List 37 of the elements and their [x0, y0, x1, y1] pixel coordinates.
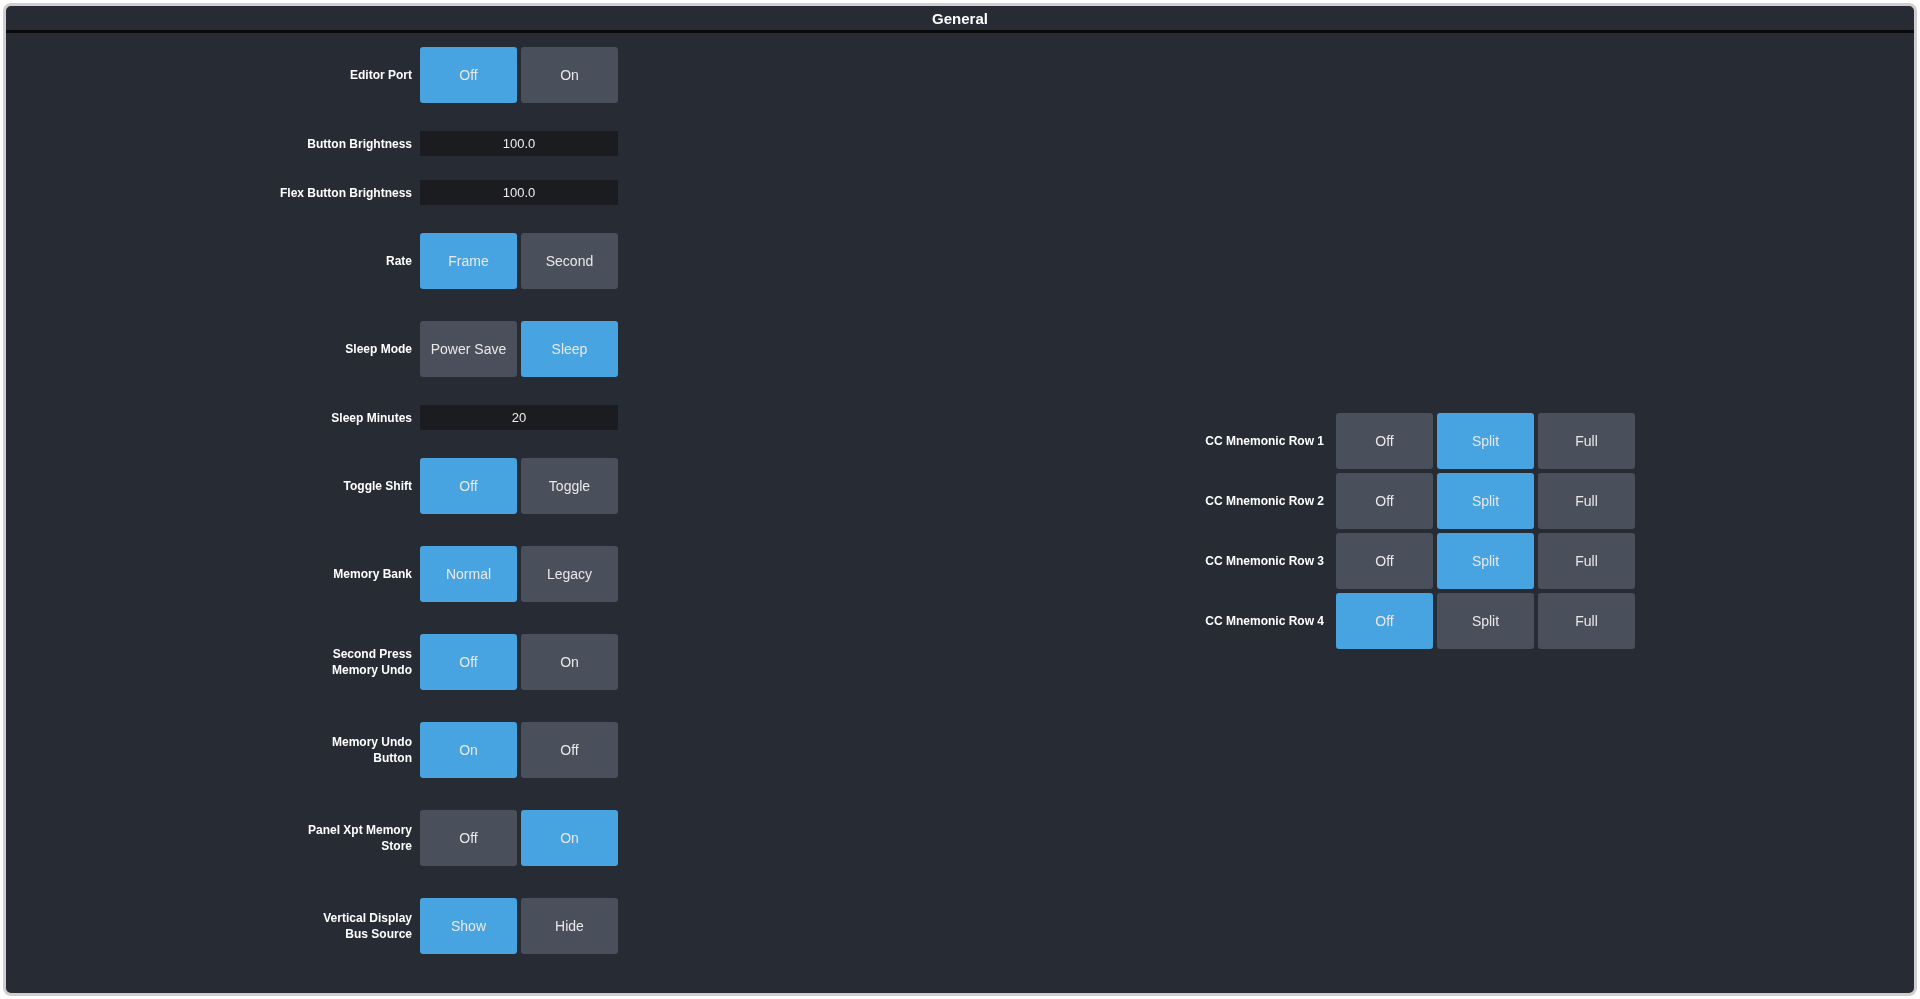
setting-label: Toggle Shift — [342, 478, 413, 494]
setting-label: Second Press Memory Undo — [331, 646, 413, 678]
value-field[interactable]: 100.0 — [420, 131, 618, 156]
option-button[interactable]: Full — [1538, 413, 1635, 469]
setting-label: Button Brightness — [306, 135, 413, 152]
row-label: CC Mnemonic Row 1 — [1204, 433, 1325, 449]
setting-label: Memory Undo Button — [331, 734, 413, 766]
setting-label: Sleep Mode — [344, 341, 413, 357]
option-button[interactable]: Off — [1336, 473, 1433, 529]
option-button[interactable]: Off — [420, 810, 517, 866]
setting-label: Flex Button Brightness — [279, 184, 413, 201]
value-field[interactable]: 100.0 — [420, 180, 618, 205]
option-button[interactable]: Hide — [521, 898, 618, 954]
setting-label: Editor Port — [349, 67, 413, 83]
option-button[interactable]: Off — [521, 722, 618, 778]
option-button[interactable]: Second — [521, 233, 618, 289]
option-button[interactable]: Full — [1538, 473, 1635, 529]
option-button[interactable]: Full — [1538, 593, 1635, 649]
row-label: CC Mnemonic Row 4 — [1204, 613, 1325, 629]
option-button[interactable]: Off — [1336, 533, 1433, 589]
setting-label: Memory Bank — [332, 566, 413, 582]
option-button[interactable]: On — [521, 634, 618, 690]
setting-label: Sleep Minutes — [330, 409, 413, 426]
row-label: CC Mnemonic Row 3 — [1204, 553, 1325, 569]
row-label: CC Mnemonic Row 2 — [1204, 493, 1325, 509]
setting-label: Vertical Display Bus Source — [322, 910, 413, 942]
option-button[interactable]: Legacy — [521, 546, 618, 602]
window-title: General — [932, 9, 988, 27]
option-button[interactable]: Full — [1538, 533, 1635, 589]
option-button[interactable]: Power Save — [420, 321, 517, 377]
setting-label: Panel Xpt Memory Store — [306, 822, 413, 854]
value-field[interactable]: 20 — [420, 405, 618, 430]
option-button[interactable]: On — [521, 47, 618, 103]
option-button[interactable]: Split — [1437, 593, 1534, 649]
option-button[interactable]: Off — [1336, 413, 1433, 469]
option-button[interactable]: Toggle — [521, 458, 618, 514]
setting-label: Rate — [385, 253, 413, 269]
